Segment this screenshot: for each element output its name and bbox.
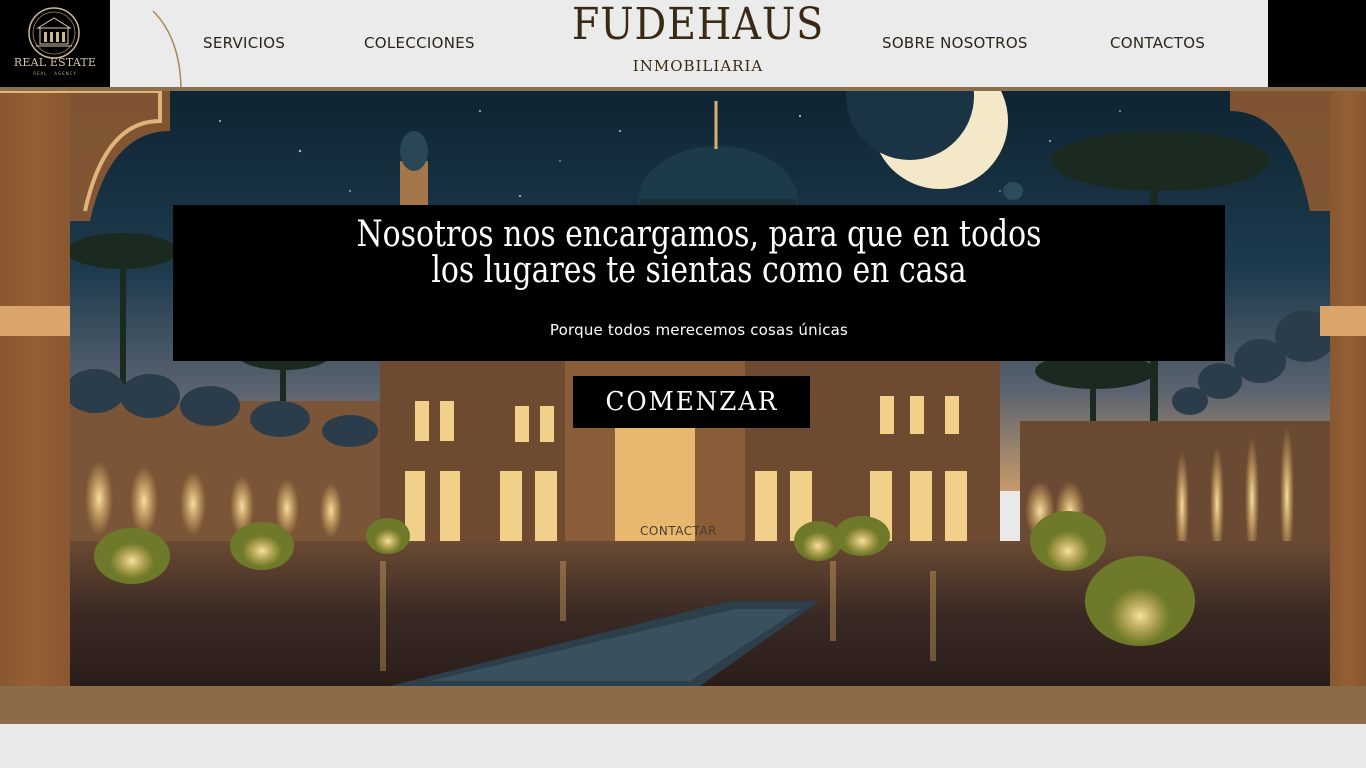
hero-subtitle: Porque todos merecemos cosas únicas (549, 321, 849, 339)
hero-section: Nosotros nos encargamos, para que en tod… (0, 91, 1366, 686)
comenzar-button-label: COMENZAR (605, 387, 778, 417)
footer-band (0, 686, 1366, 724)
hero-title-line-1: Nosotros nos encargamos, para que en tod… (356, 214, 1042, 255)
decorative-arc (152, 10, 182, 88)
logo[interactable]: REAL ESTATE REAL · AGENCY (0, 0, 110, 87)
brand-title[interactable]: FUDEHAUS (563, 0, 833, 50)
page-bottom (0, 724, 1366, 768)
nav-contactos[interactable]: CONTACTOS (1110, 34, 1205, 52)
hero-card: Nosotros nos encargamos, para que en tod… (173, 205, 1225, 361)
brand-subtitle: INMOBILIARIA (632, 57, 764, 75)
hero-title-line-2: los lugares te sientas como en casa (431, 250, 967, 291)
logo-subtext: REAL · AGENCY (33, 71, 77, 76)
hero-title: Nosotros nos encargamos, para que en tod… (105, 217, 1294, 289)
contactar-link[interactable]: CONTACTAR (640, 524, 717, 538)
site-header: REAL ESTATE REAL · AGENCY SERVICIOS COLE… (0, 0, 1366, 88)
comenzar-button[interactable]: COMENZAR (573, 376, 810, 428)
nav-servicios[interactable]: SERVICIOS (203, 34, 285, 52)
nav-colecciones[interactable]: COLECCIONES (364, 34, 475, 52)
logo-text: REAL ESTATE (13, 56, 97, 69)
real-estate-emblem-icon (28, 7, 80, 59)
nav-sobre-nosotros[interactable]: SOBRE NOSOTROS (882, 34, 1028, 52)
